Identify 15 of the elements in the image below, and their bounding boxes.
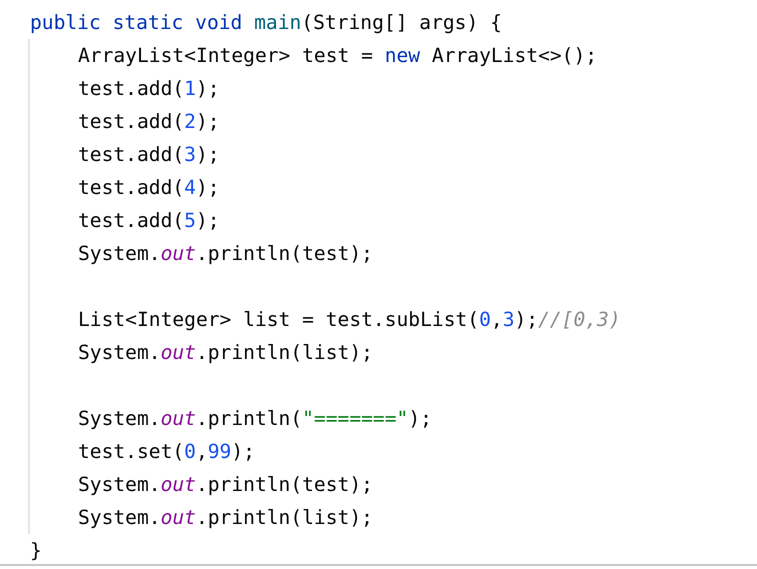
code-line: System.out.println(list); [78, 505, 373, 531]
code-line: } [30, 538, 42, 564]
code-line: ArrayList<Integer> test = new ArrayList<>(); [78, 43, 598, 69]
code-line: System.out.println("======="); [78, 406, 432, 432]
code-line: System.out.println(test); [78, 472, 373, 498]
code-line: test.add(5); [78, 208, 220, 234]
code-line: test.set(0,99); [78, 439, 255, 465]
code-line: test.add(1); [78, 76, 220, 102]
code-line: test.add(4); [78, 175, 220, 201]
code-line: test.add(2); [78, 109, 220, 135]
code-line: List<Integer> list = test.subList(0,3);//[0,3) [78, 307, 621, 333]
code-line: public static void main(String[] args) { [30, 10, 502, 36]
code-line: System.out.println(list); [78, 340, 373, 366]
code-line: test.add(3); [78, 142, 220, 168]
code-line: System.out.println(test); [78, 241, 373, 267]
